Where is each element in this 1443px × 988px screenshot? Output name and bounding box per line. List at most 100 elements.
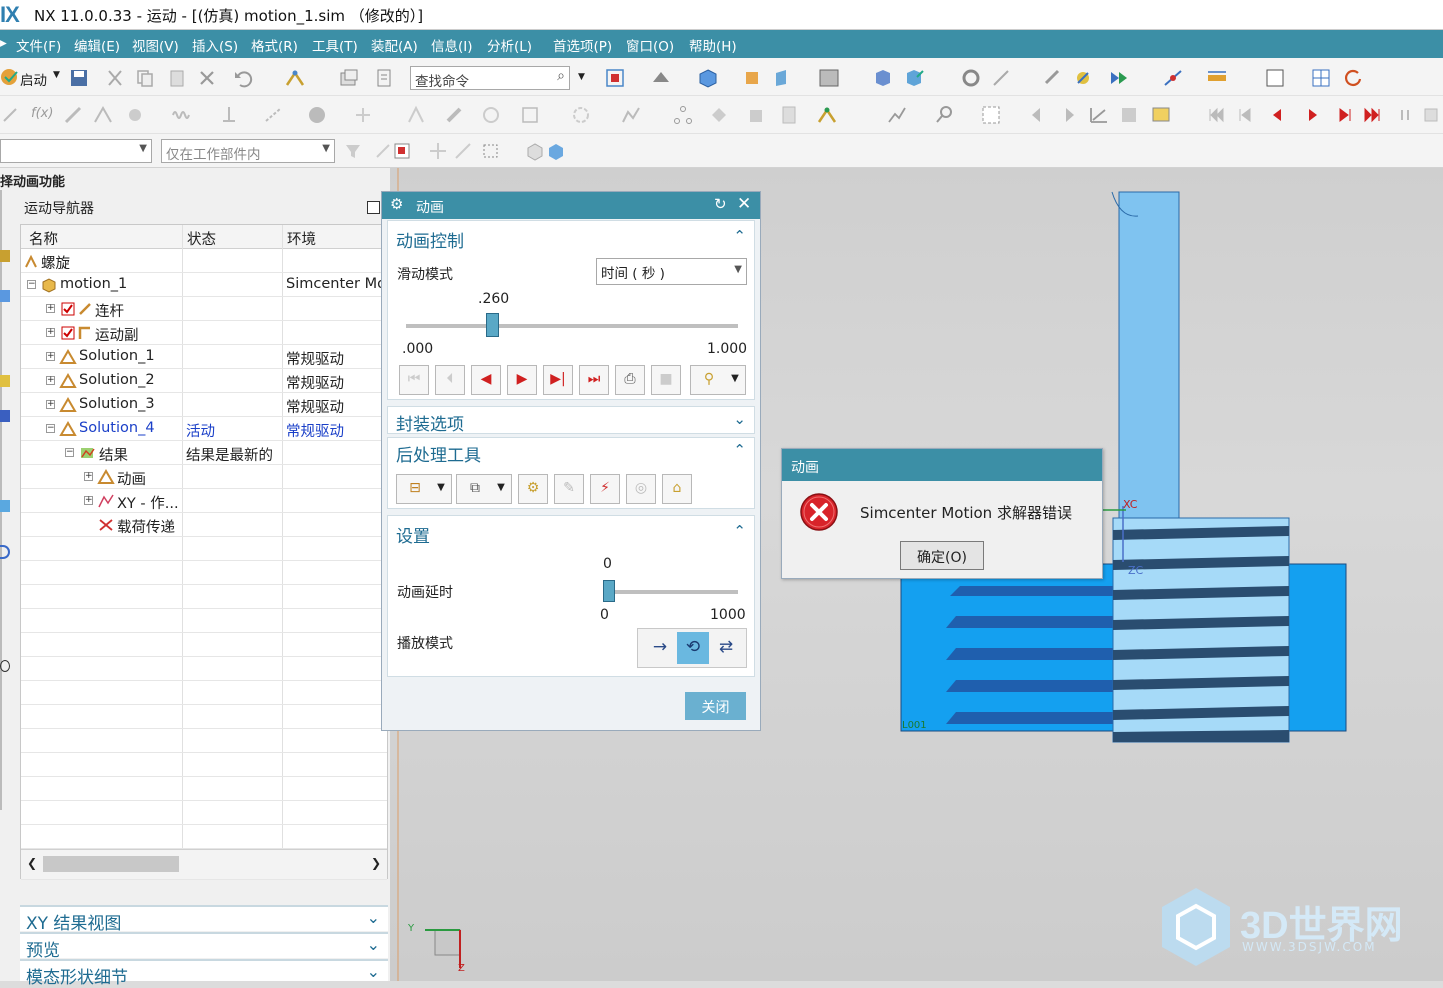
component-icon[interactable] (903, 67, 925, 89)
ruler-icon[interactable] (1206, 67, 1228, 89)
envelope-button[interactable]: ⚙ (518, 474, 548, 504)
time-slider-thumb[interactable] (486, 313, 500, 337)
maximize-icon[interactable] (367, 201, 380, 214)
tree-row[interactable]: + Solution_2 常规驱动 (21, 369, 387, 393)
measure-icon[interactable] (1162, 67, 1184, 89)
table-icon[interactable] (778, 104, 800, 126)
sweep-button[interactable]: ◎ (626, 474, 656, 504)
menu-help[interactable]: 帮助(H) (689, 35, 737, 55)
first-frame-icon[interactable] (1205, 104, 1227, 126)
clock-icon[interactable] (0, 660, 10, 672)
capture-icon[interactable] (1150, 104, 1172, 126)
export-icon[interactable] (1118, 104, 1140, 126)
section-preview[interactable]: 预览 ⌄ (20, 932, 388, 961)
chevron-up-icon[interactable]: ⌃ (733, 227, 746, 245)
flex-icon[interactable] (405, 104, 427, 126)
fit-view-icon[interactable] (604, 67, 626, 89)
col-status[interactable]: 状态 (187, 228, 216, 249)
probe-icon[interactable] (934, 104, 956, 126)
menu-assembly[interactable]: 装配(A) (371, 35, 418, 55)
arrow-right-icon[interactable] (1058, 104, 1080, 126)
close-button[interactable]: 关闭 (685, 692, 746, 720)
undo-icon[interactable] (232, 67, 254, 89)
scope-select[interactable]: 仅在工作部件内 ▼ (161, 139, 335, 163)
arrow-left-icon[interactable] (1026, 104, 1048, 126)
last-frame-icon[interactable] (1362, 104, 1384, 126)
gear-tool-icon[interactable] (124, 104, 146, 126)
expand-icon[interactable]: + (46, 400, 55, 409)
play-reverse-button[interactable]: ◀ (471, 365, 501, 395)
sketch-icon[interactable] (0, 104, 22, 126)
tree-row[interactable]: + 运动副 (21, 321, 387, 345)
expand-icon[interactable]: + (84, 472, 93, 481)
layout-icon[interactable] (1310, 67, 1332, 89)
menu-edit[interactable]: 编辑(E) (74, 35, 120, 55)
panel-package-options[interactable]: 封装选项 ⌄ (387, 406, 755, 435)
stop-icon[interactable] (1420, 104, 1442, 126)
marker-icon[interactable] (218, 104, 240, 126)
assembly-icon[interactable] (872, 67, 894, 89)
chevron-down-icon[interactable]: ⌄ (367, 908, 380, 927)
menu-window[interactable]: 窗口(O) (626, 35, 674, 55)
cut-icon[interactable] (104, 67, 126, 89)
hierarchy-icon[interactable] (672, 104, 694, 126)
horizontal-scrollbar[interactable]: ❮ ❯ (21, 849, 387, 880)
expand-icon[interactable]: + (46, 352, 55, 361)
copy-icon[interactable] (134, 67, 156, 89)
checkbox-icon[interactable] (61, 326, 75, 340)
tree-row[interactable]: + 动画 (21, 465, 387, 489)
ping-pong-icon[interactable]: ⇄ (712, 637, 740, 659)
select-filter-icon[interactable] (342, 140, 364, 162)
collapse-icon[interactable]: − (27, 280, 36, 289)
start-button[interactable]: 启动 (20, 69, 47, 89)
slide-mode-select[interactable]: 时间 ( 秒 ) ▼ (596, 258, 747, 285)
point-snap-icon[interactable] (427, 140, 449, 162)
pause-icon[interactable] (1394, 104, 1416, 126)
measure-tool-button[interactable]: ⊟ ▼ (396, 474, 452, 504)
play-forward-button[interactable]: ▶ (507, 365, 537, 395)
tree-row[interactable]: − Solution_4 活动 常规驱动 (21, 417, 387, 441)
section-xy-results[interactable]: XY 结果视图 ⌄ (20, 905, 388, 934)
plot-icon[interactable] (886, 104, 908, 126)
point-icon[interactable] (262, 104, 284, 126)
delay-slider-track[interactable] (606, 590, 738, 594)
play-once-icon[interactable]: → (646, 637, 674, 659)
play-back-icon[interactable] (1266, 104, 1288, 126)
collapse-icon[interactable]: − (65, 448, 74, 457)
menu-preferences[interactable]: 首选项(P) (553, 35, 612, 55)
graph-icon[interactable] (620, 104, 642, 126)
section-mode-shape[interactable]: 模态形状细节 ⌄ (20, 959, 388, 988)
filter-select[interactable]: ▼ (0, 139, 152, 163)
tree-row[interactable]: + XY - 作... (21, 489, 387, 513)
save-icon[interactable] (68, 67, 90, 89)
sphere-icon[interactable] (306, 104, 328, 126)
chevron-down-icon[interactable]: ⌄ (367, 962, 380, 981)
resource-icon-6[interactable] (0, 545, 10, 559)
rectangle-select-icon[interactable] (480, 140, 502, 162)
trace-icon[interactable] (1088, 104, 1110, 126)
loop-icon[interactable]: ⟲ (677, 632, 709, 664)
close-icon[interactable]: ✕ (737, 194, 751, 214)
collapse-icon[interactable]: − (46, 424, 55, 433)
function-button[interactable]: f(x) (31, 106, 53, 121)
scroll-left-icon[interactable]: ❮ (27, 856, 37, 870)
edge-snap-icon[interactable] (452, 140, 474, 162)
tree-row[interactable]: + 连杆 (21, 297, 387, 321)
tree-row[interactable]: 螺旋 (21, 249, 387, 273)
motion-icon[interactable] (284, 67, 306, 89)
cube-icon[interactable] (697, 67, 719, 89)
background-icon[interactable] (818, 67, 840, 89)
play-icon[interactable] (1302, 104, 1324, 126)
gear-icon[interactable] (960, 67, 982, 89)
select-box-icon[interactable] (392, 140, 414, 162)
rotate-icon[interactable] (570, 104, 592, 126)
body-select-icon[interactable] (524, 140, 546, 162)
box-icon[interactable] (519, 104, 541, 126)
interference-button[interactable]: ✎ (554, 474, 584, 504)
menu-format[interactable]: 格式(R) (251, 35, 298, 55)
tree-row[interactable]: + Solution_3 常规驱动 (21, 393, 387, 417)
resource-icon-4[interactable] (0, 410, 10, 422)
window-icon[interactable] (1264, 67, 1286, 89)
resource-icon-5[interactable] (0, 500, 10, 512)
tree-row[interactable]: − motion_1 Simcenter Mo (21, 273, 387, 297)
